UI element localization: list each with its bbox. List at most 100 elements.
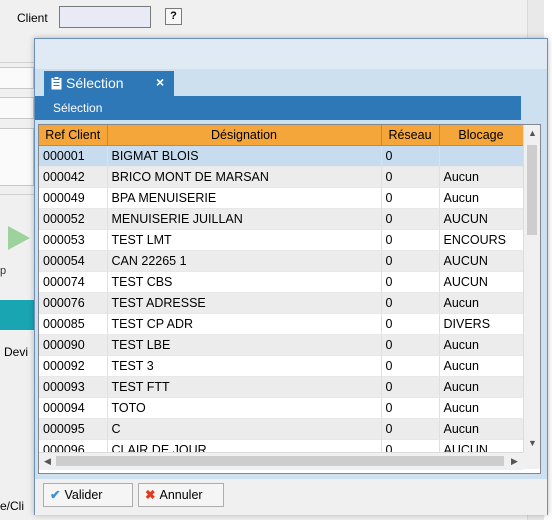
cell-reseau: 0	[381, 376, 440, 398]
help-button[interactable]: ?	[165, 8, 182, 25]
table-row[interactable]: 000090 TEST LBE 0 Aucun	[39, 334, 524, 356]
cell-designation: TEST CBS	[107, 271, 382, 293]
cell-blocage: ENCOURS	[439, 229, 524, 251]
cell-ref: 000095	[39, 418, 108, 440]
table-row[interactable]: 000095 C 0 Aucun	[39, 418, 524, 440]
background-teal-bar	[0, 300, 34, 330]
cell-ref: 000094	[39, 397, 108, 419]
cell-blocage: AUCUN	[439, 250, 524, 272]
cell-ref: 000001	[39, 145, 108, 167]
cell-designation: TEST LBE	[107, 334, 382, 356]
table-row[interactable]: 000076 TEST ADRESSE 0 Aucun	[39, 292, 524, 314]
section-title: Sélection	[53, 101, 103, 115]
scroll-thumb[interactable]	[56, 456, 504, 466]
column-header-ref[interactable]: Ref Client	[39, 125, 108, 146]
background-field	[0, 67, 34, 89]
valider-button[interactable]: ✔ Valider	[43, 483, 133, 507]
scroll-up-icon[interactable]: ▲	[524, 125, 540, 142]
cell-designation: BRICO MONT DE MARSAN	[107, 166, 382, 188]
cell-ref: 000090	[39, 334, 108, 356]
check-icon: ✔	[50, 488, 61, 502]
cell-blocage: Aucun	[439, 292, 524, 314]
table-row[interactable]: 000094 TOTO 0 Aucun	[39, 397, 524, 419]
cell-ref: 000053	[39, 229, 108, 251]
tab-selection[interactable]: Sélection ×	[44, 71, 174, 96]
table-row[interactable]: 000042 BRICO MONT DE MARSAN 0 Aucun	[39, 166, 524, 188]
dialog-footer: ✔ Valider ✖ Annuler	[35, 479, 547, 515]
cell-designation: TEST LMT	[107, 229, 382, 251]
cell-reseau: 0	[381, 229, 440, 251]
table-row[interactable]: 000052 MENUISERIE JUILLAN 0 AUCUN	[39, 208, 524, 230]
dialog-title-area	[35, 39, 547, 69]
table-row[interactable]: 000093 TEST FTT 0 Aucun	[39, 376, 524, 398]
cell-reseau: 0	[381, 250, 440, 272]
column-header-reseau[interactable]: Réseau	[381, 125, 440, 146]
scroll-thumb[interactable]	[527, 145, 537, 235]
table-row[interactable]: 000054 CAN 22265 1 0 AUCUN	[39, 250, 524, 272]
client-input[interactable]	[59, 6, 151, 28]
cell-ref: 000049	[39, 187, 108, 209]
cell-blocage: Aucun	[439, 418, 524, 440]
cell-designation: BIGMAT BLOIS	[107, 145, 382, 167]
vertical-scrollbar[interactable]: ▲ ▼	[523, 125, 540, 452]
background-text-fragment: e/Cli	[0, 499, 25, 513]
background-field	[0, 128, 34, 186]
annuler-label: Annuler	[159, 488, 203, 502]
table-row[interactable]: 000001 BIGMAT BLOIS 0	[39, 145, 524, 167]
background-text-fragment: p	[0, 265, 7, 277]
cell-blocage: Aucun	[439, 355, 524, 377]
table-row[interactable]: 000092 TEST 3 0 Aucun	[39, 355, 524, 377]
cell-blocage	[439, 145, 524, 167]
horizontal-scrollbar[interactable]: ◀ ▶	[39, 452, 523, 470]
cell-designation: TEST ADRESSE	[107, 292, 382, 314]
background-left-panel	[0, 36, 34, 520]
cell-ref: 000076	[39, 292, 108, 314]
cell-ref: 000054	[39, 250, 108, 272]
divider	[0, 194, 34, 195]
cell-reseau: 0	[381, 271, 440, 293]
section-header: Sélection	[35, 96, 521, 120]
valider-label: Valider	[64, 488, 103, 502]
column-header-designation[interactable]: Désignation	[107, 125, 382, 146]
annuler-button[interactable]: ✖ Annuler	[138, 483, 224, 507]
clipboard-icon	[51, 76, 62, 90]
scroll-right-icon[interactable]: ▶	[506, 453, 523, 470]
cell-ref: 000092	[39, 355, 108, 377]
cell-blocage: Aucun	[439, 187, 524, 209]
cell-reseau: 0	[381, 208, 440, 230]
cell-blocage: Aucun	[439, 397, 524, 419]
cell-reseau: 0	[381, 187, 440, 209]
close-icon[interactable]: ×	[156, 74, 164, 90]
cell-reseau: 0	[381, 355, 440, 377]
column-header-blocage[interactable]: Blocage	[439, 125, 524, 146]
cell-reseau: 0	[381, 334, 440, 356]
cell-blocage: Aucun	[439, 334, 524, 356]
cell-ref: 000085	[39, 313, 108, 335]
cell-reseau: 0	[381, 166, 440, 188]
cell-reseau: 0	[381, 397, 440, 419]
cell-blocage: AUCUN	[439, 271, 524, 293]
cell-designation: TEST CP ADR	[107, 313, 382, 335]
selection-dialog: Sélection × Sélection Ref Client Désigna…	[34, 38, 548, 515]
cell-blocage: AUCUN	[439, 208, 524, 230]
tab-label: Sélection	[66, 75, 124, 91]
table-row[interactable]: 000074 TEST CBS 0 AUCUN	[39, 271, 524, 293]
table-row[interactable]: 000053 TEST LMT 0 ENCOURS	[39, 229, 524, 251]
scroll-down-icon[interactable]: ▼	[524, 435, 540, 452]
table-row[interactable]: 000049 BPA MENUISERIE 0 Aucun	[39, 187, 524, 209]
divider	[0, 62, 34, 63]
cell-ref: 000074	[39, 271, 108, 293]
cell-designation: BPA MENUISERIE	[107, 187, 382, 209]
cell-blocage: Aucun	[439, 376, 524, 398]
scroll-left-icon[interactable]: ◀	[39, 453, 56, 470]
scroll-corner	[523, 452, 540, 469]
cell-blocage: Aucun	[439, 166, 524, 188]
cell-blocage: DIVERS	[439, 313, 524, 335]
cell-designation: CAN 22265 1	[107, 250, 382, 272]
cell-designation: MENUISERIE JUILLAN	[107, 208, 382, 230]
cell-reseau: 0	[381, 145, 440, 167]
cell-ref: 000042	[39, 166, 108, 188]
table-row[interactable]: 000085 TEST CP ADR 0 DIVERS	[39, 313, 524, 335]
cell-designation: TEST 3	[107, 355, 382, 377]
cell-designation: TOTO	[107, 397, 382, 419]
